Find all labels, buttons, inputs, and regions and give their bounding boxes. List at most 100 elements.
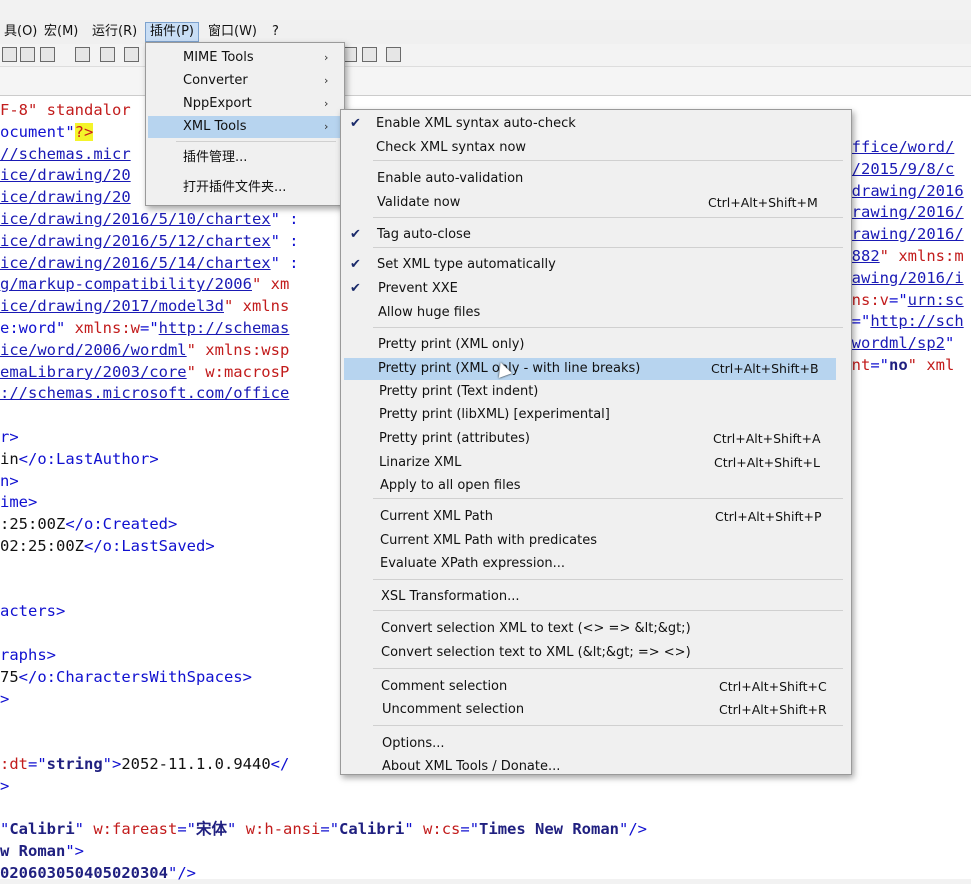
code-line: emaLibrary/2003/core" w:macrosP: [0, 362, 289, 383]
code-token: =": [320, 820, 340, 839]
code-token: :25:00Z: [0, 515, 66, 534]
code-token: Calibri: [339, 820, 405, 839]
code-line: F-8" standalor: [0, 100, 131, 121]
code-token: </o:LastSaved>: [84, 537, 215, 555]
menu-item-label: Set XML type automatically: [377, 257, 556, 272]
menu-tools[interactable]: 具(O): [0, 23, 41, 41]
menu-item-shortcut: Ctrl+Alt+Shift+P: [715, 509, 822, 524]
code-line: ice/drawing/2016/5/10/chartex" :: [0, 209, 299, 230]
code-token: ime>: [0, 493, 38, 512]
xml-tools-menu-item[interactable]: Current XML Path Ctrl+Alt+Shift+P: [344, 506, 836, 528]
xml-tools-menu-item[interactable]: Apply to all open files: [344, 475, 836, 497]
code-line: ice/drawing/20: [0, 187, 131, 208]
xml-tools-menu-item[interactable]: Pretty print (libXML) [experimental]: [344, 404, 836, 426]
check-icon: ✔: [350, 281, 361, 296]
xml-tools-menu-item[interactable]: Convert selection XML to text (<> => &lt…: [344, 618, 836, 640]
menu-window[interactable]: 窗口(W): [204, 23, 261, 41]
code-token: =": [177, 820, 197, 839]
indent-guide-icon[interactable]: [124, 47, 139, 62]
menu-plugins[interactable]: 插件(P): [145, 22, 199, 42]
code-token: urn:sc: [907, 290, 964, 309]
toolbar-button-icon[interactable]: [75, 47, 90, 62]
menu-item-label: Apply to all open files: [380, 478, 521, 493]
toolbar-button-icon[interactable]: [386, 47, 401, 62]
xml-tools-menu-item[interactable]: ✔ Prevent XXE: [344, 278, 836, 300]
menu-item-shortcut: Ctrl+Alt+Shift+R: [719, 702, 827, 717]
plugins-menu-item[interactable]: Converter ›: [148, 70, 342, 92]
xml-tools-menu-item[interactable]: Allow huge files: [344, 302, 836, 324]
toolbar-button-icon[interactable]: [40, 47, 55, 62]
code-token: ": [74, 820, 94, 839]
menu-item-shortcut: Ctrl+Alt+Shift+B: [711, 361, 819, 376]
code-token: 宋体: [196, 820, 228, 839]
toolbar-button-icon[interactable]: [362, 47, 377, 62]
menu-item-label: About XML Tools / Donate...: [382, 759, 561, 774]
code-token: //schemas.micr: [0, 144, 131, 163]
plugins-menu-item[interactable]: XML Tools ›: [148, 116, 342, 138]
plugins-menu-item[interactable]: NppExport ›: [148, 93, 342, 115]
code-token: /drawing/2016/: [833, 225, 964, 244]
code-token: ?>: [74, 122, 94, 141]
xml-tools-menu-item[interactable]: Pretty print (XML only - with line break…: [344, 358, 836, 380]
menu-item-shortcut: Ctrl+Alt+Shift+C: [719, 679, 827, 694]
code-line: ice/drawing/20: [0, 165, 131, 186]
menu-item-label: Uncomment selection: [382, 702, 525, 717]
menu-item-label: XSL Transformation...: [381, 589, 520, 604]
xml-tools-menu-item[interactable]: Options...: [344, 733, 836, 755]
code-line: acters>: [0, 601, 65, 622]
xml-tools-menu-item[interactable]: ✔ Enable XML syntax auto-check: [344, 113, 836, 135]
code-line: ocument"?>: [0, 122, 94, 143]
menu-help[interactable]: ?: [268, 23, 283, 41]
code-token: w:cs: [423, 820, 461, 839]
chevron-right-icon: ›: [324, 120, 329, 133]
code-token: =": [889, 290, 908, 309]
code-token: 020603050405020304: [0, 864, 168, 882]
code-line: ice/drawing/2016/5/12/chartex" :: [0, 231, 299, 252]
toolbar-button-icon[interactable]: [20, 47, 35, 62]
code-line: /drawing/2016/: [833, 224, 964, 245]
menu-separator: [373, 579, 843, 580]
code-token: "/>: [619, 820, 648, 839]
xml-tools-menu-item[interactable]: Linarize XML Ctrl+Alt+Shift+L: [344, 452, 836, 474]
xml-tools-menu-item[interactable]: Pretty print (Text indent): [344, 381, 836, 403]
menu-item-label: Pretty print (libXML) [experimental]: [379, 407, 610, 422]
xml-tools-menu-item[interactable]: Pretty print (attributes) Ctrl+Alt+Shift+…: [344, 428, 836, 450]
menu-macro[interactable]: 宏(M): [40, 23, 82, 41]
code-token: ://schemas.microsoft.com/office: [0, 384, 290, 403]
code-line: drawing/2016/i: [833, 268, 964, 289]
xml-tools-menu-item[interactable]: Current XML Path with predicates: [344, 530, 836, 552]
code-token: w:fareast: [93, 820, 178, 839]
code-token: ice/drawing/20: [0, 188, 131, 207]
code-line: e:word" xmlns:w="http://schemas: [0, 318, 289, 339]
xml-tools-menu-item[interactable]: About XML Tools / Donate...: [344, 756, 836, 778]
menu-item-label: Options...: [382, 736, 445, 751]
menu-item-label: Comment selection: [381, 679, 508, 694]
xml-tools-menu-item[interactable]: Comment selection Ctrl+Alt+Shift+C: [344, 676, 836, 698]
xml-tools-menu-item[interactable]: XSL Transformation...: [344, 586, 836, 608]
plugins-menu-item[interactable]: 插件管理...: [148, 147, 342, 169]
xml-tools-menu-item[interactable]: Validate now Ctrl+Alt+Shift+M: [344, 192, 836, 214]
xml-tools-menu-item[interactable]: Uncomment selection Ctrl+Alt+Shift+R: [344, 699, 836, 721]
code-token: ice/drawing/2016/5/12/chartex: [0, 231, 271, 250]
xml-tools-menu-item[interactable]: Pretty print (XML only): [344, 334, 836, 356]
code-token: Times New Roman: [479, 820, 620, 839]
xml-tools-menu-item[interactable]: ✔ Tag auto-close: [344, 224, 836, 246]
code-line: :25:00Z</o:Created>: [0, 514, 177, 535]
menu-item-label: Current XML Path with predicates: [380, 533, 598, 548]
xml-tools-menu-item[interactable]: Convert selection text to XML (&lt;&gt; …: [344, 642, 836, 664]
menu-item-label: Enable auto-validation: [377, 171, 524, 186]
plugins-menu-item[interactable]: MIME Tools ›: [148, 47, 342, 69]
xml-tools-menu-item[interactable]: Check XML syntax now: [344, 137, 836, 159]
pilcrow-icon[interactable]: [100, 47, 115, 62]
xml-tools-menu-item[interactable]: ✔ Set XML type automatically: [344, 254, 836, 276]
menu-run[interactable]: 运行(R): [88, 23, 141, 41]
plugins-menu-item[interactable]: 打开插件文件夹...: [148, 177, 342, 199]
toolbar-button-icon[interactable]: [2, 47, 17, 62]
xml-tools-menu-item[interactable]: Enable auto-validation: [344, 168, 836, 190]
xml-tools-submenu: ✔ Enable XML syntax auto-check Check XML s…: [340, 109, 852, 775]
code-token: e/drawing/2016: [833, 181, 964, 200]
code-token: =": [870, 356, 889, 374]
menu-separator: [373, 498, 843, 499]
xml-tools-menu-item[interactable]: Evaluate XPath expression...: [344, 553, 836, 575]
menu-item-shortcut: Ctrl+Alt+Shift+L: [714, 455, 820, 470]
